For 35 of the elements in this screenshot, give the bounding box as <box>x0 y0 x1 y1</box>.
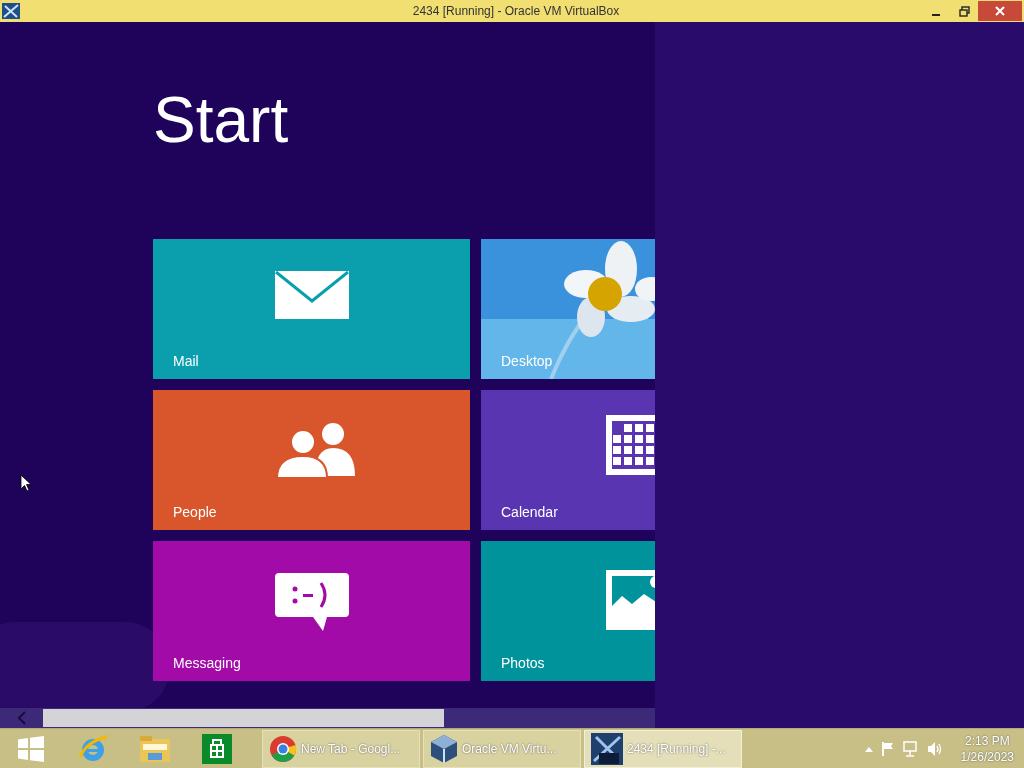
calendar-icon <box>606 415 655 475</box>
mail-tile[interactable]: Mail <box>153 239 470 379</box>
envelope-icon <box>275 271 349 319</box>
scrollbar[interactable] <box>0 708 655 728</box>
tile-label: People <box>173 503 217 522</box>
clock-time: 2:13 PM <box>964 732 1010 749</box>
photos-tile[interactable]: Photos <box>481 541 655 681</box>
show-hidden-icons-icon[interactable] <box>864 745 873 752</box>
tile-label: Messaging <box>173 654 241 673</box>
cube-icon <box>430 733 458 764</box>
start-title: Start <box>153 84 290 156</box>
people-icon <box>275 422 357 478</box>
desktop-tile[interactable]: Desktop <box>481 239 655 379</box>
close-icon <box>995 6 1005 16</box>
virtualbox-icon <box>2 3 20 19</box>
flag-icon[interactable] <box>880 740 895 757</box>
virtual-machine-icon <box>591 732 623 765</box>
tile-label: Desktop <box>501 352 553 371</box>
tile-label: Calendar <box>501 503 558 522</box>
calendar-tile[interactable]: Calendar <box>481 390 655 530</box>
mouse-cursor-icon <box>20 474 32 492</box>
close-button[interactable] <box>978 1 1022 21</box>
clock-date: 1/26/2023 <box>960 748 1014 765</box>
speech-bubble-icon <box>275 573 349 633</box>
restore-icon <box>958 5 970 17</box>
network-icon[interactable] <box>902 740 919 757</box>
scrollbar-thumb[interactable] <box>43 709 444 727</box>
speaker-icon[interactable] <box>926 740 943 757</box>
tile-label: Mail <box>173 352 199 371</box>
messaging-tile[interactable]: Messaging <box>153 541 470 681</box>
chrome-icon <box>269 734 297 763</box>
window-title: 2434 [Running] - Oracle VM VirtualBox <box>411 3 621 20</box>
people-tile[interactable]: People <box>153 390 470 530</box>
tile-label: Photos <box>501 654 545 673</box>
minimize-icon <box>932 13 940 16</box>
